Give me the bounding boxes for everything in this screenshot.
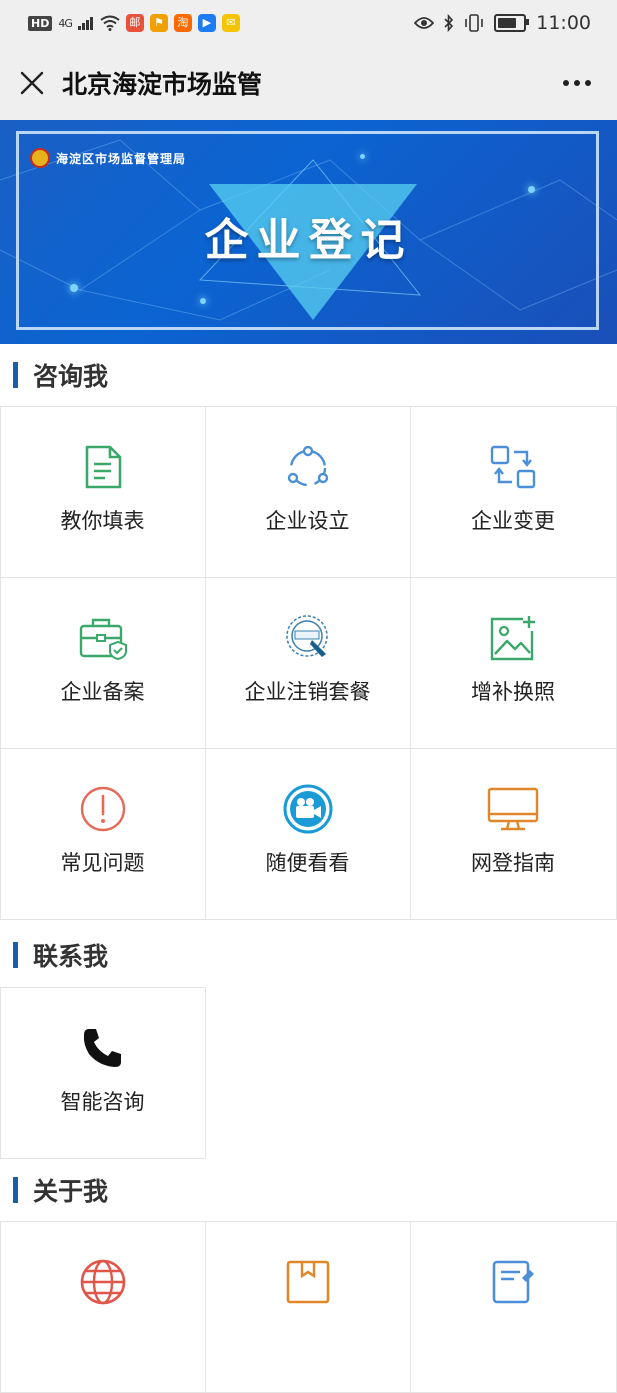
menu-item-label: 企业注销套餐 [244, 679, 371, 704]
menu-item-label: 随便看看 [265, 850, 350, 875]
menu-item-label: 企业设立 [265, 508, 350, 533]
menu-item-browse[interactable]: 随便看看 [204, 747, 411, 920]
menu-item-label: 常见问题 [60, 850, 145, 875]
app-notification-icons: 邮 ⚑ 淘 ▶ ✉ [125, 14, 240, 32]
close-icon [20, 71, 44, 95]
status-time: 11:00 [536, 12, 591, 34]
taobao-app-icon: 淘 [173, 14, 192, 32]
status-bar: HD 4G 邮 ⚑ 淘 ▶ ✉ 11:00 [0, 0, 617, 46]
briefcase-shield-icon [77, 612, 129, 664]
section-title: 联系我 [33, 942, 109, 971]
document-edit-icon [487, 1256, 539, 1308]
menu-item-online-guide[interactable]: 网登指南 [409, 747, 617, 920]
more-options-button[interactable] [559, 68, 595, 98]
mail-app-icon: 邮 [125, 14, 144, 32]
globe-icon [77, 1256, 129, 1308]
battery-icon [494, 14, 530, 32]
video-camera-icon [282, 783, 334, 835]
menu-item-label: 增补换照 [471, 679, 555, 704]
menu-item-about-2[interactable] [204, 1220, 411, 1393]
section-header-contact: 联系我 [0, 924, 617, 986]
phone-icon [77, 1022, 129, 1074]
wifi-icon [100, 15, 120, 31]
menu-item-smart-consult[interactable]: 智能咨询 [0, 986, 206, 1159]
menu-item-about-3[interactable] [409, 1220, 617, 1393]
menu-item-about-1[interactable] [0, 1220, 206, 1393]
menu-item-license-renewal[interactable]: 增补换照 [409, 576, 617, 749]
section-accent-bar [13, 942, 18, 968]
bluetooth-icon [444, 14, 454, 32]
photo-add-icon [487, 612, 539, 664]
monitor-icon [487, 783, 539, 835]
signal-icon [77, 17, 93, 30]
menu-item-label: 教你填表 [60, 508, 145, 533]
circle-nodes-icon [282, 441, 334, 493]
page-title: 北京海淀市场监管 [62, 70, 263, 99]
change-swap-icon [487, 441, 539, 493]
exclamation-circle-icon [77, 783, 129, 835]
section-accent-bar [13, 362, 18, 388]
video-app-icon: ▶ [197, 14, 216, 32]
section-title: 关于我 [33, 1177, 109, 1206]
status-right: 11:00 [414, 12, 617, 34]
menu-item-faq[interactable]: 常见问题 [0, 747, 206, 920]
email-app-icon: ✉ [221, 14, 240, 32]
box-icon [282, 1256, 334, 1308]
form-document-icon [77, 441, 129, 493]
menu-item-filing[interactable]: 企业备案 [0, 576, 206, 749]
menu-item-establish[interactable]: 企业设立 [204, 405, 411, 578]
banner-org-name: 海淀区市场监督管理局 [56, 151, 187, 166]
banner: 海淀区市场监督管理局 企业登记 [0, 120, 617, 344]
consult-grid: 教你填表 企业设立 企业变更 企业备案 企业注销套餐 增补换照 常见问题 随便看… [0, 405, 617, 920]
close-button[interactable] [2, 46, 62, 120]
banner-logo: 海淀区市场监督管理局 [30, 148, 186, 168]
section-accent-bar [13, 1177, 18, 1203]
banner-title: 企业登记 [204, 215, 413, 266]
section-header-about: 关于我 [0, 1159, 617, 1221]
menu-item-deregistration[interactable]: 企业注销套餐 [204, 576, 411, 749]
status-left: HD 4G 邮 ⚑ 淘 ▶ ✉ [0, 14, 240, 32]
contact-grid: 智能咨询 [0, 986, 617, 1159]
section-title: 咨询我 [33, 362, 109, 391]
eye-icon [414, 17, 435, 29]
about-grid [0, 1220, 617, 1393]
menu-item-label: 企业变更 [471, 508, 555, 533]
vibrate-icon [465, 14, 484, 32]
menu-item-label: 智能咨询 [60, 1089, 145, 1114]
location-app-icon: ⚑ [149, 14, 168, 32]
menu-item-form-guide[interactable]: 教你填表 [0, 405, 206, 578]
network-type: 4G [58, 16, 72, 30]
hd-indicator: HD [28, 15, 53, 31]
menu-item-label: 企业备案 [60, 679, 145, 704]
emblem-icon [30, 148, 50, 168]
section-header-consult: 咨询我 [0, 344, 617, 406]
more-dots-icon [563, 80, 591, 86]
cancel-stamp-icon [282, 612, 334, 664]
nav-bar: 北京海淀市场监管 [0, 46, 617, 120]
menu-item-change[interactable]: 企业变更 [409, 405, 617, 578]
menu-item-label: 网登指南 [471, 850, 555, 875]
